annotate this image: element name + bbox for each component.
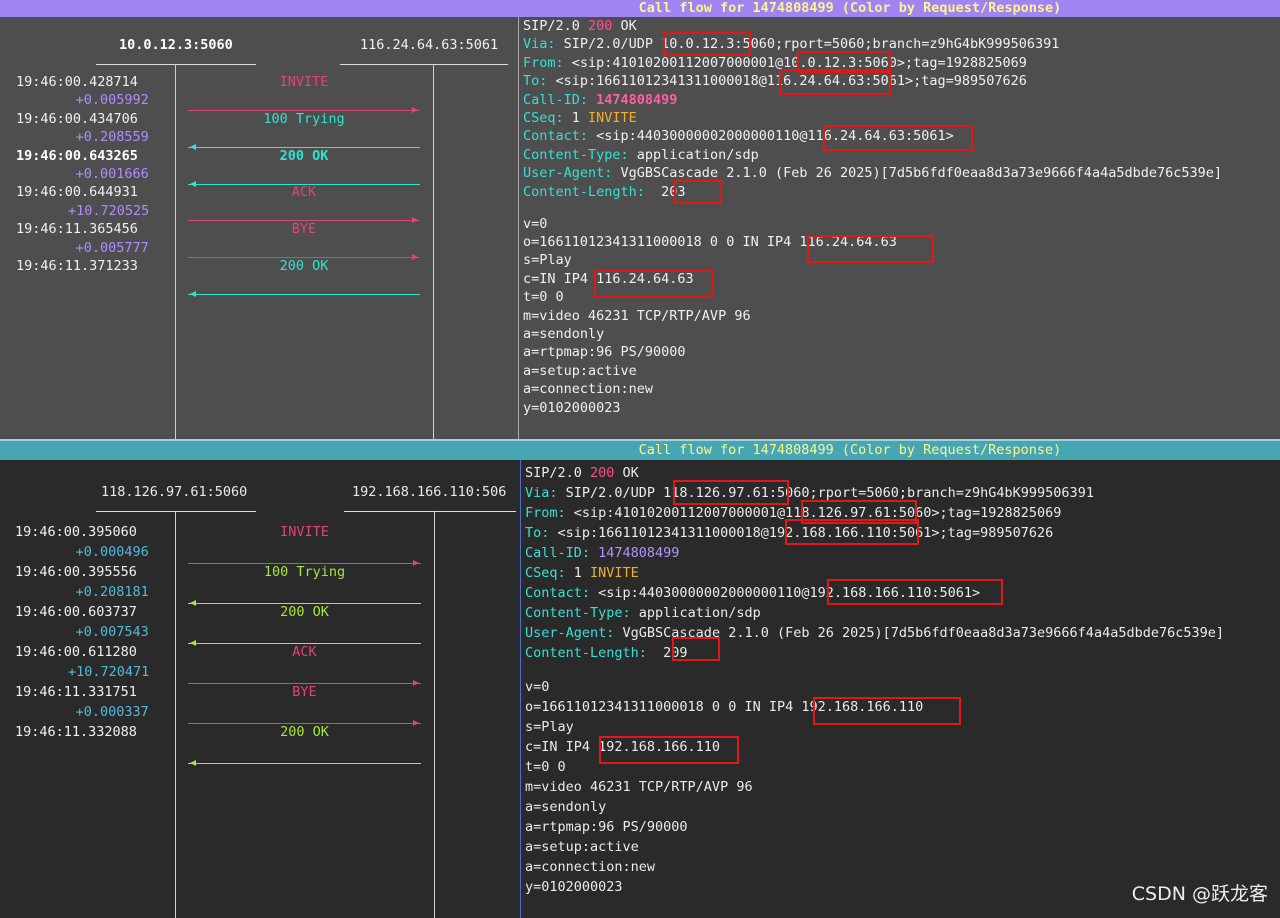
highlight-box <box>594 270 714 298</box>
message-label: 200 OK <box>280 604 329 620</box>
time-delta: +0.005777 <box>75 239 149 256</box>
detail-line: a=rtpmap:96 PS/90000 <box>525 818 688 835</box>
highlight-box <box>663 32 751 56</box>
message-label: 100 Trying <box>263 110 345 127</box>
host-right: 192.168.166.110:506 <box>352 484 507 500</box>
timestamp: 19:46:00.603737 <box>15 604 137 620</box>
detail-line: a=connection:new <box>525 858 656 875</box>
detail-line: a=setup:active <box>525 838 639 855</box>
detail-line: y=0102000023 <box>523 399 621 416</box>
timestamp: 19:46:00.644931 <box>16 184 138 201</box>
time-delta: +0.000337 <box>75 704 149 720</box>
detail-line <box>525 663 1224 677</box>
highlight-box <box>779 69 891 95</box>
message-label: 100 Trying <box>263 564 346 580</box>
detail-line: a=connection:new <box>523 381 654 398</box>
timestamp: 19:46:00.643265 <box>16 147 138 164</box>
highlight-box <box>674 180 722 204</box>
detail-line: m=video 46231 TCP/RTP/AVP 96 <box>525 778 753 795</box>
timestamp: 19:46:00.434706 <box>16 110 138 127</box>
detail-line: Content-Length: 209 <box>525 645 688 661</box>
timestamp: 19:46:11.331751 <box>15 684 137 700</box>
message-label: ACK <box>291 184 317 201</box>
time-delta: +0.001666 <box>75 166 149 182</box>
timestamp: 19:46:00.395556 <box>15 564 137 580</box>
highlight-box <box>823 125 973 151</box>
time-delta: +0.208181 <box>75 584 149 600</box>
detail-line: v=0 <box>525 678 550 695</box>
host-underline <box>344 511 516 512</box>
highlight-box <box>672 637 720 661</box>
timestamp: 19:46:11.365456 <box>16 221 138 238</box>
time-delta: +10.720525 <box>68 202 150 219</box>
detail-line: a=rtpmap:96 PS/90000 <box>523 344 686 361</box>
panel-title: Call flow for 1474808499 (Color by Reque… <box>0 0 1280 17</box>
message-label: INVITE <box>279 74 329 90</box>
host-underline <box>96 511 256 512</box>
timestamp: 19:46:11.332088 <box>15 724 137 740</box>
highlight-box <box>785 519 919 545</box>
timestamp: 19:46:11.371233 <box>16 258 138 274</box>
message-label: 200 OK <box>279 258 329 274</box>
detail-line: SIP/2.0 200 OK <box>523 18 637 34</box>
pane-divider <box>518 17 519 440</box>
detail-line: y=0102000023 <box>525 878 623 895</box>
call-flow-panel-top: Call flow for 1474808499 (Color by Reque… <box>0 0 1280 440</box>
detail-line: Content-Length: 203 <box>523 183 686 200</box>
time-delta: +10.720471 <box>68 664 150 680</box>
message-label: 200 OK <box>280 724 329 740</box>
highlight-box <box>807 235 934 263</box>
lifeline-left <box>175 511 176 918</box>
host-underline <box>340 64 508 65</box>
response-arrow <box>188 291 420 298</box>
highlight-box <box>599 736 739 764</box>
timestamp: 19:46:00.395060 <box>15 524 137 540</box>
time-delta: +0.007543 <box>75 624 149 640</box>
timestamp: 19:46:00.428714 <box>16 74 138 90</box>
message-label: INVITE <box>280 524 329 540</box>
detail-line: m=video 46231 TCP/RTP/AVP 96 <box>523 307 751 324</box>
lifeline-right <box>434 511 435 918</box>
host-underline <box>96 64 256 65</box>
detail-line: a=setup:active <box>523 362 637 379</box>
watermark: CSDN @跃龙客 <box>1131 883 1268 905</box>
host-left: 118.126.97.61:5060 <box>101 484 248 500</box>
detail-line: User-Agent: VgGBSCascade 2.1.0 (Feb 26 2… <box>525 625 1224 641</box>
lifeline-left <box>175 64 176 440</box>
message-label: BYE <box>292 684 317 700</box>
time-delta: +0.000496 <box>75 544 149 560</box>
time-delta: +0.005992 <box>75 92 149 109</box>
time-delta: +0.208559 <box>75 129 149 146</box>
message-label: ACK <box>292 644 317 660</box>
detail-line: Call-ID: 1474808499 <box>525 545 680 561</box>
host-right: 116.24.64.63:5061 <box>360 37 499 53</box>
panel-title: Call flow for 1474808499 (Color by Reque… <box>0 441 1280 460</box>
detail-line: a=sendonly <box>525 798 607 815</box>
pane-divider <box>520 460 521 918</box>
detail-line: v=0 <box>523 215 548 232</box>
lifeline-right <box>433 64 434 440</box>
detail-line: Content-Type: application/sdp <box>525 605 761 621</box>
highlight-box <box>673 480 789 505</box>
host-left: 10.0.12.3:5060 <box>119 37 233 53</box>
response-arrow <box>188 760 421 767</box>
highlight-box <box>827 579 1003 605</box>
message-label: 200 OK <box>279 147 329 164</box>
detail-line: a=sendonly <box>523 326 605 342</box>
detail-line: SIP/2.0 200 OK <box>525 465 639 481</box>
highlight-box <box>813 697 961 725</box>
message-label: BYE <box>291 221 317 238</box>
timestamp: 19:46:00.611280 <box>15 644 137 660</box>
detail-line: User-Agent: VgGBSCascade 2.1.0 (Feb 26 2… <box>523 165 1222 182</box>
call-flow-panel-bottom: Call flow for 1474808499 (Color by Reque… <box>0 441 1280 918</box>
detail-line <box>523 201 1222 215</box>
